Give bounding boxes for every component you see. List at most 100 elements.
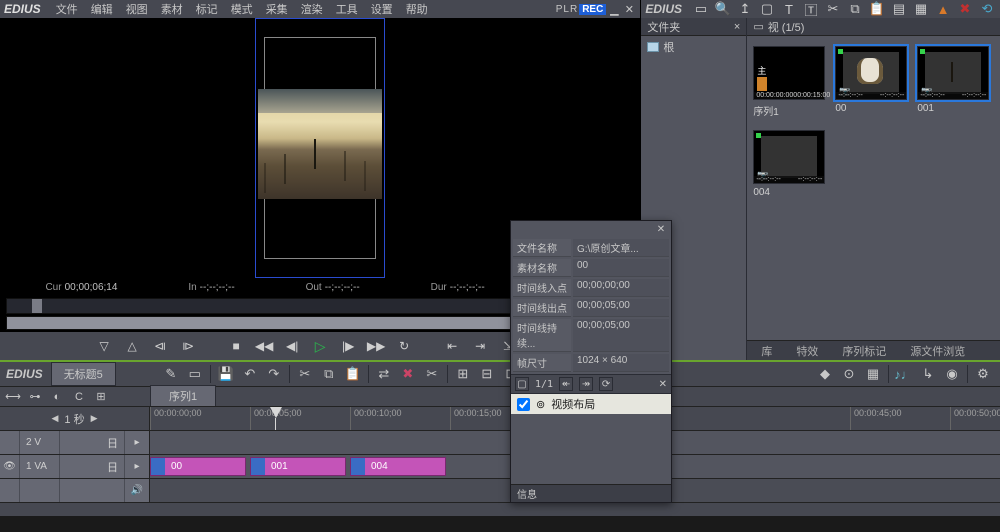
set-in-icon[interactable]: ▽ [94, 337, 114, 355]
sync-icon[interactable]: C [70, 389, 88, 405]
paste-tl-icon[interactable]: 📋 [342, 364, 364, 384]
track-expand-icon[interactable]: ▸ [125, 431, 149, 454]
mark-out-icon[interactable]: ⇥ [470, 337, 490, 355]
track-expand-icon[interactable]: ▸ [125, 455, 149, 478]
up-icon[interactable]: ↥ [736, 1, 754, 17]
mark-in-icon[interactable]: ⇤ [442, 337, 462, 355]
timeline-clip-00[interactable]: 00 [150, 457, 246, 476]
dur-value[interactable]: --;--;--;-- [450, 282, 485, 293]
popup-option-row[interactable]: ⊚ 视频布局 [511, 394, 671, 414]
link-icon[interactable]: ⊶ [26, 389, 44, 405]
menu-mode[interactable]: 模式 [225, 0, 259, 18]
snap-icon[interactable]: ⟷ [4, 389, 22, 405]
track-visibility-icon[interactable] [0, 431, 20, 454]
timeline-scale[interactable]: 1 秒 [64, 411, 84, 427]
new-seq-icon[interactable]: ✎ [160, 364, 182, 384]
view-icon[interactable]: ▦ [912, 1, 930, 17]
step-back-icon[interactable]: ◀| [282, 337, 302, 355]
set-out-icon[interactable]: △ [122, 337, 142, 355]
minimize-button[interactable]: ▁ [607, 3, 621, 16]
group-icon[interactable]: ⊞ [452, 364, 474, 384]
save-icon[interactable]: 💾 [215, 364, 237, 384]
props-icon[interactable]: ▤ [890, 1, 908, 17]
playhead-icon[interactable] [270, 407, 282, 418]
redo-icon[interactable]: ↷ [263, 364, 285, 384]
menu-capture[interactable]: 采集 [260, 0, 294, 18]
out-value[interactable]: --;--;--;-- [325, 282, 360, 293]
menu-render[interactable]: 渲染 [295, 0, 329, 18]
popup-refresh-icon[interactable]: ⟳ [599, 377, 613, 391]
zoom-out-icon[interactable]: ◀ [51, 413, 58, 424]
render-icon[interactable]: ▦ [862, 364, 884, 384]
track-audio-icon[interactable]: 🔊 [125, 479, 149, 502]
tab-srcbrowser[interactable]: 源文件浏览 [900, 341, 975, 361]
loop-icon[interactable]: ↻ [394, 337, 414, 355]
refresh-icon[interactable]: ⟲ [978, 1, 996, 17]
tab-library[interactable]: 库 [751, 341, 782, 361]
expand-icon[interactable]: ⊞ [92, 389, 110, 405]
bin-clip-00[interactable]: 📷 --:--:--:----:--:--:-- 00 [835, 46, 907, 118]
menu-edit[interactable]: 编辑 [85, 0, 119, 18]
stop-icon[interactable]: ■ [226, 337, 246, 355]
tab-effects[interactable]: 特效 [786, 341, 828, 361]
paste-icon[interactable]: 📋 [868, 1, 886, 17]
burn-icon[interactable]: ◉ [941, 364, 963, 384]
in-value[interactable]: --;--;--;-- [200, 282, 235, 293]
menu-clip[interactable]: 素材 [155, 0, 189, 18]
delete-icon[interactable]: ✖ [956, 1, 974, 17]
timeline-clip-001[interactable]: 001 [250, 457, 346, 476]
mixer-icon[interactable]: ♪♩ [893, 364, 915, 384]
video-layout-checkbox[interactable] [517, 398, 530, 411]
recorder-mode-badge[interactable]: REC [579, 4, 606, 15]
delete-tl-icon[interactable]: ✖ [397, 364, 419, 384]
track-mute-icon[interactable] [0, 479, 20, 502]
prev-edit-icon[interactable]: ⧏ [150, 337, 170, 355]
track-name[interactable]: 1 VA [20, 455, 60, 478]
menu-settings[interactable]: 设置 [365, 0, 399, 18]
project-title-tab[interactable]: 无标题5 [51, 362, 116, 386]
folder-icon[interactable]: ▭ [692, 1, 710, 17]
popup-close-icon[interactable]: ✕ [655, 224, 667, 235]
menu-tools[interactable]: 工具 [330, 0, 364, 18]
tab-seqmarkers[interactable]: 序列标记 [832, 341, 896, 361]
folder-root[interactable]: 根 [641, 36, 746, 58]
ripple-icon[interactable]: ⇄ [373, 364, 395, 384]
toggle-icon[interactable]: ⊙ [838, 364, 860, 384]
menu-file[interactable]: 文件 [50, 0, 84, 18]
warn-icon[interactable]: ▲ [934, 1, 952, 17]
cut-icon[interactable]: ✂ [824, 1, 842, 17]
menu-help[interactable]: 帮助 [400, 0, 434, 18]
menu-marker[interactable]: 标记 [190, 0, 224, 18]
ripple-toggle-icon[interactable]: ◐ [48, 389, 66, 405]
zoom-in-icon[interactable]: ▶ [91, 413, 98, 424]
menu-view[interactable]: 视图 [120, 0, 154, 18]
next-edit-icon[interactable]: ⧐ [178, 337, 198, 355]
track-name[interactable]: 2 V [20, 431, 60, 454]
search-icon[interactable]: 🔍 [714, 1, 732, 17]
cut-tl-icon[interactable]: ✂ [294, 364, 316, 384]
open-icon[interactable]: ▭ [184, 364, 206, 384]
bin-clip-sequence1[interactable]: 主 00:00:00:0000:00:15:00 序列1 [753, 46, 825, 118]
timeline-clip-004[interactable]: 004 [350, 457, 446, 476]
text-icon[interactable]: T [780, 1, 798, 17]
bin-clip-004[interactable]: 📷 --:--:--:----:--:--:-- 004 [753, 130, 825, 198]
step-fwd-icon[interactable]: |▶ [338, 337, 358, 355]
copy-tl-icon[interactable]: ⧉ [318, 364, 340, 384]
cur-value[interactable]: 00;00;06;14 [65, 282, 118, 293]
bin-clip-001[interactable]: 📷 --:--:--:----:--:--:-- 001 [917, 46, 989, 118]
title-icon[interactable]: 🅃 [802, 1, 820, 17]
popup-prev-icon[interactable]: ↞ [559, 377, 573, 391]
fastfwd-icon[interactable]: ▶▶ [366, 337, 386, 355]
close-button[interactable]: ✕ [622, 3, 636, 16]
popup-midbar-close-icon[interactable]: ✕ [659, 379, 667, 390]
rewind-icon[interactable]: ◀◀ [254, 337, 274, 355]
play-icon[interactable]: ▷ [310, 337, 330, 355]
popup-thumb-icon[interactable]: ▢ [515, 377, 529, 391]
new-icon[interactable]: ▢ [758, 1, 776, 17]
marker-icon[interactable]: ◆ [814, 364, 836, 384]
settings-tl-icon[interactable]: ⚙ [972, 364, 994, 384]
folder-panel-close-icon[interactable]: × [734, 21, 740, 33]
copy-icon[interactable]: ⧉ [846, 1, 864, 17]
undo-icon[interactable]: ↶ [239, 364, 261, 384]
sequence-tab-1[interactable]: 序列1 [150, 385, 216, 406]
